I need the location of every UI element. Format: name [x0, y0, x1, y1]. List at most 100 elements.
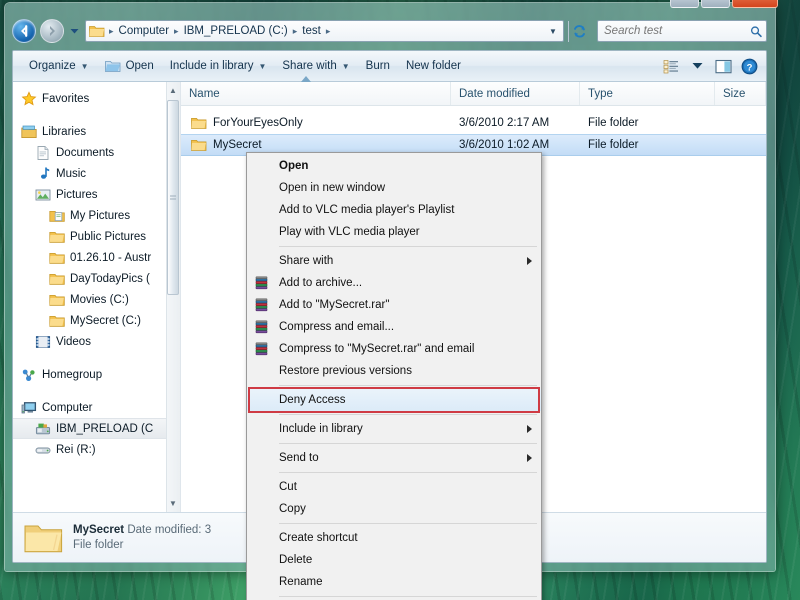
menu-item-send-to[interactable]: Send to — [247, 447, 541, 469]
breadcrumb-item-drive[interactable]: IBM_PRELOAD (C:) — [181, 24, 291, 38]
help-button[interactable]: ? — [736, 55, 762, 78]
menu-item-include-in-library[interactable]: Include in library — [247, 418, 541, 440]
sidebar-item-favorites[interactable]: Favorites — [13, 88, 166, 109]
refresh-button[interactable] — [568, 20, 589, 42]
column-header-type[interactable]: Type — [580, 82, 715, 105]
menu-separator — [279, 246, 537, 247]
sidebar-item-movies[interactable]: Movies (C:) — [13, 289, 166, 310]
context-menu[interactable]: Open Open in new window Add to VLC media… — [246, 152, 542, 600]
column-header-name[interactable]: Name — [181, 76, 451, 105]
details-text: MySecret Date modified: 3 File folder — [73, 524, 211, 551]
table-row[interactable]: ForYourEyesOnly 3/6/2010 2:17 AM File fo… — [181, 112, 766, 134]
menu-item-compress-to-rar-and-email[interactable]: Compress to "MySecret.rar" and email — [247, 338, 541, 360]
include-in-library-button[interactable]: Include in library ▼ — [162, 55, 275, 78]
search-input[interactable] — [604, 25, 750, 37]
menu-item-add-to-archive[interactable]: Add to archive... — [247, 272, 541, 294]
folder-icon — [49, 315, 65, 327]
breadcrumb-separator: ▸ — [174, 25, 179, 36]
menu-item-deny-access[interactable]: Deny Access — [247, 389, 541, 411]
new-folder-button[interactable]: New folder — [398, 55, 469, 78]
scroll-up-arrow-icon[interactable]: ▲ — [167, 83, 179, 98]
search-box[interactable] — [597, 20, 767, 42]
sidebar-item-mysecret-drive[interactable]: MySecret (C:) — [13, 310, 166, 331]
menu-item-add-to-rar[interactable]: Add to "MySecret.rar" — [247, 294, 541, 316]
sidebar-item-libraries[interactable]: Libraries — [13, 121, 166, 142]
menu-label: Include in library — [279, 423, 363, 435]
file-date-cell: 3/6/2010 2:17 AM — [459, 117, 550, 129]
sidebar-item-australia-pics[interactable]: 01.26.10 - Austr — [13, 247, 166, 268]
preview-pane-button[interactable] — [710, 55, 736, 78]
scrollbar-thumb[interactable] — [167, 100, 179, 295]
recent-pages-button[interactable] — [68, 21, 81, 41]
column-header-size[interactable]: Size — [715, 82, 766, 105]
sidebar-label: Rei (R:) — [56, 443, 96, 456]
navigation-scrollbar[interactable]: ▲ ▼ — [166, 82, 180, 512]
sidebar-label: 01.26.10 - Austr — [70, 251, 152, 264]
organize-button[interactable]: Organize ▼ — [21, 55, 97, 78]
sidebar-label: Pictures — [56, 188, 98, 201]
sidebar-item-videos[interactable]: Videos — [13, 331, 166, 352]
menu-item-open[interactable]: Open — [247, 155, 541, 177]
share-with-button[interactable]: Share with ▼ — [274, 55, 357, 78]
sidebar-item-homegroup[interactable]: Homegroup — [13, 364, 166, 385]
organize-label: Organize — [29, 60, 76, 72]
folder-icon — [49, 273, 65, 285]
menu-item-share-with[interactable]: Share with — [247, 250, 541, 272]
sidebar-label: Homegroup — [42, 368, 103, 381]
burn-button[interactable]: Burn — [358, 55, 398, 78]
menu-label: Copy — [279, 503, 306, 515]
sidebar-item-my-pictures[interactable]: My Pictures — [13, 205, 166, 226]
menu-item-rename[interactable]: Rename — [247, 571, 541, 593]
burn-label: Burn — [365, 60, 390, 72]
sidebar-item-public-pictures[interactable]: Public Pictures — [13, 226, 166, 247]
menu-separator — [279, 414, 537, 415]
scroll-down-arrow-icon[interactable]: ▼ — [167, 496, 179, 511]
large-folder-icon — [24, 525, 63, 552]
sidebar-item-pictures[interactable]: Pictures — [13, 184, 166, 205]
sidebar-item-ibm-preload[interactable]: IBM_PRELOAD (C — [13, 418, 166, 439]
sidebar-item-daytodaypics[interactable]: DayTodayPics ( — [13, 268, 166, 289]
folder-icon — [191, 140, 207, 151]
menu-label: Play with VLC media player — [279, 226, 420, 238]
menu-item-add-to-vlc-playlist[interactable]: Add to VLC media player's Playlist — [247, 199, 541, 221]
column-header-date-modified[interactable]: Date modified — [451, 82, 580, 105]
menu-item-cut[interactable]: Cut — [247, 476, 541, 498]
sidebar-item-computer[interactable]: Computer — [13, 397, 166, 418]
menu-label: Add to "MySecret.rar" — [279, 299, 390, 311]
forward-button[interactable] — [40, 19, 64, 43]
nav-gap — [13, 109, 166, 121]
folder-icon — [191, 118, 207, 129]
breadcrumb-item-computer[interactable]: Computer — [116, 24, 173, 38]
sidebar-label: Videos — [56, 335, 91, 348]
back-button[interactable] — [12, 19, 36, 43]
menu-label: Compress to "MySecret.rar" and email — [279, 343, 475, 355]
maximize-button[interactable] — [701, 0, 730, 8]
change-view-dropdown[interactable] — [684, 55, 710, 78]
menu-item-create-shortcut[interactable]: Create shortcut — [247, 527, 541, 549]
breadcrumb[interactable]: ▸ Computer ▸ IBM_PRELOAD (C:) ▸ test ▸ ▼ — [85, 20, 564, 42]
menu-item-open-in-new-window[interactable]: Open in new window — [247, 177, 541, 199]
close-button[interactable] — [732, 0, 778, 8]
include-label: Include in library — [169, 60, 254, 72]
menu-label: Add to archive... — [279, 277, 363, 289]
sidebar-label: Public Pictures — [70, 230, 147, 243]
breadcrumb-dropdown-button[interactable]: ▼ — [545, 27, 561, 36]
menu-item-restore-previous-versions[interactable]: Restore previous versions — [247, 360, 541, 382]
menu-item-delete[interactable]: Delete — [247, 549, 541, 571]
folder-doc-icon — [49, 210, 65, 222]
pictures-icon — [35, 189, 51, 200]
menu-item-compress-and-email[interactable]: Compress and email... — [247, 316, 541, 338]
minimize-button[interactable] — [670, 0, 699, 8]
open-button[interactable]: Open — [97, 55, 162, 78]
menu-item-play-with-vlc[interactable]: Play with VLC media player — [247, 221, 541, 243]
window-controls[interactable] — [670, 0, 778, 8]
deny-access-wrapper: Deny Access — [247, 387, 541, 413]
breadcrumb-item-test[interactable]: test — [299, 24, 324, 38]
change-view-button[interactable] — [658, 55, 684, 78]
sidebar-item-rei-drive[interactable]: Rei (R:) — [13, 439, 166, 460]
menu-label: Rename — [279, 576, 323, 588]
sidebar-item-music[interactable]: Music — [13, 163, 166, 184]
chevron-down-icon — [692, 63, 702, 69]
menu-item-copy[interactable]: Copy — [247, 498, 541, 520]
sidebar-item-documents[interactable]: Documents — [13, 142, 166, 163]
